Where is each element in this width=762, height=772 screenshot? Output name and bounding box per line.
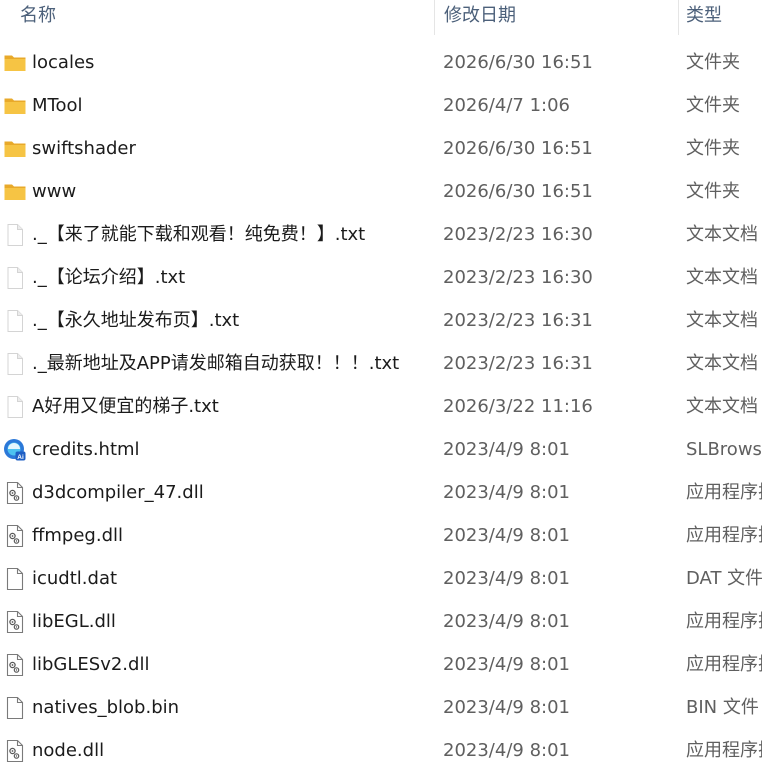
text-file-icon	[3, 309, 27, 333]
dll-file-icon	[3, 524, 27, 548]
file-row[interactable]: ffmpeg.dll 2023/4/9 8:01 应用程序扩	[0, 514, 762, 557]
file-list: locales 2026/6/30 16:51 文件夹 MTool 2026/4/7 1…	[0, 41, 762, 772]
file-type: 应用程序扩	[686, 611, 762, 632]
file-type: 文本文档	[686, 396, 758, 417]
file-modified-date: 2023/4/9 8:01	[443, 740, 570, 761]
file-modified-date: 2023/4/9 8:01	[443, 611, 570, 632]
file-name: icudtl.dat	[32, 568, 118, 589]
file-row[interactable]: MTool 2026/4/7 1:06 文件夹	[0, 84, 762, 127]
column-header-name-label: 名称	[20, 5, 56, 26]
file-type: 文本文档	[686, 267, 758, 288]
file-name: libEGL.dll	[32, 611, 116, 632]
file-name: d3dcompiler_47.dll	[32, 482, 204, 503]
file-modified-date: 2023/2/23 16:30	[443, 267, 593, 288]
file-row[interactable]: natives_blob.bin 2023/4/9 8:01 BIN 文件	[0, 686, 762, 729]
file-name: A好用又便宜的梯子.txt	[32, 396, 219, 417]
file-row[interactable]: libEGL.dll 2023/4/9 8:01 应用程序扩	[0, 600, 762, 643]
file-name: natives_blob.bin	[32, 697, 180, 718]
file-modified-date: 2023/2/23 16:30	[443, 224, 593, 245]
file-row[interactable]: ._【来了就能下载和观看！纯免费！】.txt 2023/2/23 16:30 文本文…	[0, 213, 762, 256]
file-modified-date: 2023/4/9 8:01	[443, 482, 570, 503]
dll-file-icon	[3, 481, 27, 505]
file-name: node.dll	[32, 740, 105, 761]
file-row[interactable]: ._【论坛介绍】.txt 2023/2/23 16:30 文本文档	[0, 256, 762, 299]
file-name: credits.html	[32, 439, 140, 460]
file-type: 应用程序扩	[686, 482, 762, 503]
column-header-type-label: 类型	[686, 5, 722, 26]
file-type: 文件夹	[686, 181, 740, 202]
file-type: BIN 文件	[686, 697, 759, 718]
file-name: ._【论坛介绍】.txt	[32, 267, 186, 288]
file-row[interactable]: Ai credits.html 2023/4/9 8:01 SLBrowse	[0, 428, 762, 471]
column-header-name[interactable]: 名称 ^	[0, 0, 434, 35]
file-row[interactable]: www 2026/6/30 16:51 文件夹	[0, 170, 762, 213]
file-type: SLBrowse	[686, 439, 762, 460]
text-file-icon	[3, 352, 27, 376]
text-file-icon	[3, 266, 27, 290]
file-type: DAT 文件	[686, 568, 762, 589]
text-file-icon	[3, 223, 27, 247]
folder-icon	[3, 137, 27, 161]
file-name: ._最新地址及APP请发邮箱自动获取！！！.txt	[32, 353, 400, 374]
file-type: 文件夹	[686, 95, 740, 116]
file-name: libGLESv2.dll	[32, 654, 150, 675]
file-row[interactable]: ._【永久地址发布页】.txt 2023/2/23 16:31 文本文档	[0, 299, 762, 342]
file-row[interactable]: swiftshader 2026/6/30 16:51 文件夹	[0, 127, 762, 170]
file-row[interactable]: d3dcompiler_47.dll 2023/4/9 8:01 应用程序扩	[0, 471, 762, 514]
column-header-type[interactable]: 类型	[678, 0, 762, 35]
file-type: 应用程序扩	[686, 525, 762, 546]
column-header-date[interactable]: 修改日期	[434, 0, 678, 35]
file-modified-date: 2023/4/9 8:01	[443, 568, 570, 589]
file-type: 应用程序扩	[686, 740, 762, 761]
file-type: 文本文档	[686, 310, 758, 331]
folder-icon	[3, 94, 27, 118]
file-row[interactable]: libGLESv2.dll 2023/4/9 8:01 应用程序扩	[0, 643, 762, 686]
file-modified-date: 2023/4/9 8:01	[443, 697, 570, 718]
file-row[interactable]: icudtl.dat 2023/4/9 8:01 DAT 文件	[0, 557, 762, 600]
file-row[interactable]: locales 2026/6/30 16:51 文件夹	[0, 41, 762, 84]
file-name: swiftshader	[32, 138, 136, 159]
file-modified-date: 2023/4/9 8:01	[443, 439, 570, 460]
blank-file-icon	[3, 696, 27, 720]
sort-ascending-icon: ^	[219, 0, 227, 6]
folder-icon	[3, 51, 27, 75]
text-file-icon	[3, 395, 27, 419]
file-name: ffmpeg.dll	[32, 525, 124, 546]
file-row[interactable]: A好用又便宜的梯子.txt 2026/3/22 11:16 文本文档	[0, 385, 762, 428]
column-header-bar: 名称 ^ 修改日期 类型	[0, 0, 762, 35]
file-type: 文本文档	[686, 224, 758, 245]
file-name: MTool	[32, 95, 83, 116]
file-modified-date: 2026/4/7 1:06	[443, 95, 570, 116]
file-name: www	[32, 181, 77, 202]
dll-file-icon	[3, 739, 27, 763]
file-modified-date: 2023/2/23 16:31	[443, 353, 593, 374]
folder-icon	[3, 180, 27, 204]
file-modified-date: 2026/6/30 16:51	[443, 181, 593, 202]
file-name: ._【永久地址发布页】.txt	[32, 310, 240, 331]
file-type: 文件夹	[686, 52, 740, 73]
file-type: 文本文档	[686, 353, 758, 374]
blank-file-icon	[3, 567, 27, 591]
file-name: locales	[32, 52, 95, 73]
column-header-date-label: 修改日期	[444, 5, 516, 26]
file-modified-date: 2023/4/9 8:01	[443, 525, 570, 546]
file-type: 应用程序扩	[686, 654, 762, 675]
file-name: ._【来了就能下载和观看！纯免费！】.txt	[32, 224, 366, 245]
file-modified-date: 2023/2/23 16:31	[443, 310, 593, 331]
file-modified-date: 2026/6/30 16:51	[443, 52, 593, 73]
file-modified-date: 2026/3/22 11:16	[443, 396, 593, 417]
dll-file-icon	[3, 653, 27, 677]
file-row[interactable]: ._最新地址及APP请发邮箱自动获取！！！.txt 2023/2/23 16:31…	[0, 342, 762, 385]
file-modified-date: 2023/4/9 8:01	[443, 654, 570, 675]
file-modified-date: 2026/6/30 16:51	[443, 138, 593, 159]
svg-text:Ai: Ai	[17, 454, 24, 461]
dll-file-icon	[3, 610, 27, 634]
file-type: 文件夹	[686, 138, 740, 159]
browser-icon: Ai	[3, 438, 27, 462]
file-row[interactable]: node.dll 2023/4/9 8:01 应用程序扩	[0, 729, 762, 772]
